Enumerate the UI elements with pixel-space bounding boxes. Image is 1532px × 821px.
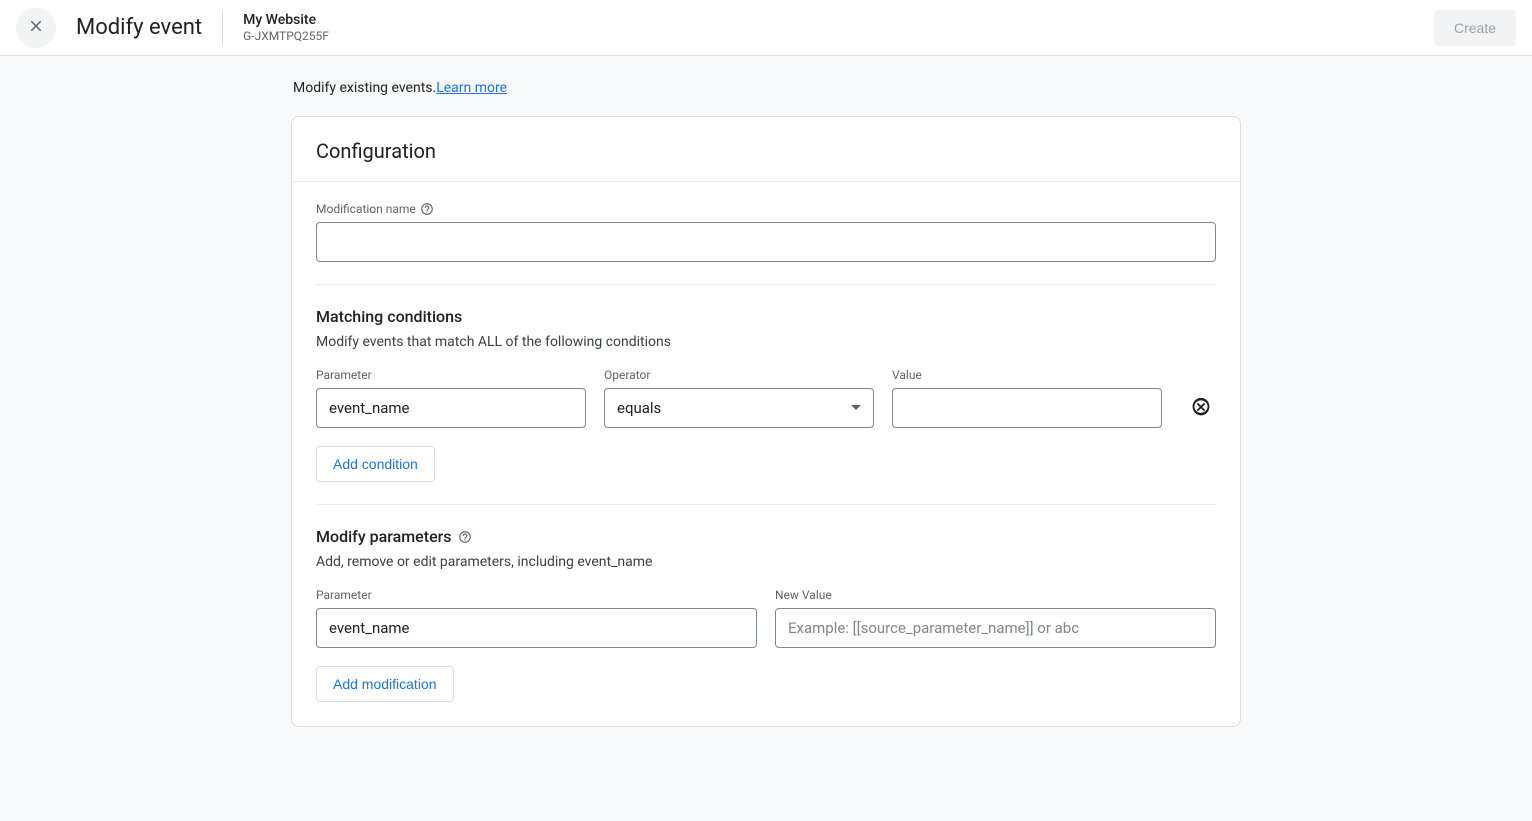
header-context: My Website G-JXMTPQ255F [243, 11, 329, 45]
modification-row: Parameter New Value [316, 588, 1216, 648]
matching-conditions-sub: Modify events that match ALL of the foll… [316, 334, 1216, 350]
canvas: Modify existing events.Learn more Config… [0, 56, 1532, 821]
site-name: My Website [243, 11, 329, 29]
mod-param-label: Parameter [316, 588, 757, 602]
configuration-card: Configuration Modification name Matching… [291, 116, 1241, 727]
remove-icon [1191, 397, 1211, 420]
help-icon[interactable] [458, 530, 472, 544]
card-title: Configuration [292, 117, 1240, 182]
divider [316, 504, 1216, 505]
header-divider [222, 12, 223, 44]
param-label: Parameter [316, 368, 586, 382]
condition-value-input[interactable] [892, 388, 1162, 428]
condition-parameter-input[interactable] [316, 388, 586, 428]
chevron-down-icon [851, 399, 861, 417]
matching-conditions-title: Matching conditions [316, 307, 1216, 326]
page-title: Modify event [76, 15, 222, 40]
value-label: Value [892, 368, 1162, 382]
add-modification-button[interactable]: Add modification [316, 666, 454, 702]
create-button[interactable]: Create [1434, 10, 1516, 46]
modification-name-input[interactable] [316, 222, 1216, 262]
mod-name-label: Modification name [316, 202, 1216, 216]
intro-prefix: Modify existing events. [293, 80, 436, 96]
operator-value: equals [617, 399, 661, 417]
condition-row: Parameter Operator equals Value [316, 368, 1216, 428]
header-bar: Modify event My Website G-JXMTPQ255F Cre… [0, 0, 1532, 56]
add-condition-button[interactable]: Add condition [316, 446, 435, 482]
mod-newval-label: New Value [775, 588, 1216, 602]
modification-parameter-input[interactable] [316, 608, 757, 648]
help-icon[interactable] [420, 202, 434, 216]
learn-more-link[interactable]: Learn more [436, 80, 507, 96]
intro-text: Modify existing events.Learn more [291, 80, 1241, 96]
modification-newvalue-input[interactable] [775, 608, 1216, 648]
modify-parameters-title: Modify parameters [316, 527, 1216, 546]
stream-id: G-JXMTPQ255F [243, 29, 329, 45]
operator-label: Operator [604, 368, 874, 382]
divider [316, 284, 1216, 285]
close-button[interactable] [16, 8, 56, 48]
condition-operator-select[interactable]: equals [604, 388, 874, 428]
modify-parameters-sub: Add, remove or edit parameters, includin… [316, 554, 1216, 570]
remove-condition-button[interactable] [1190, 397, 1212, 419]
close-icon [27, 17, 45, 38]
